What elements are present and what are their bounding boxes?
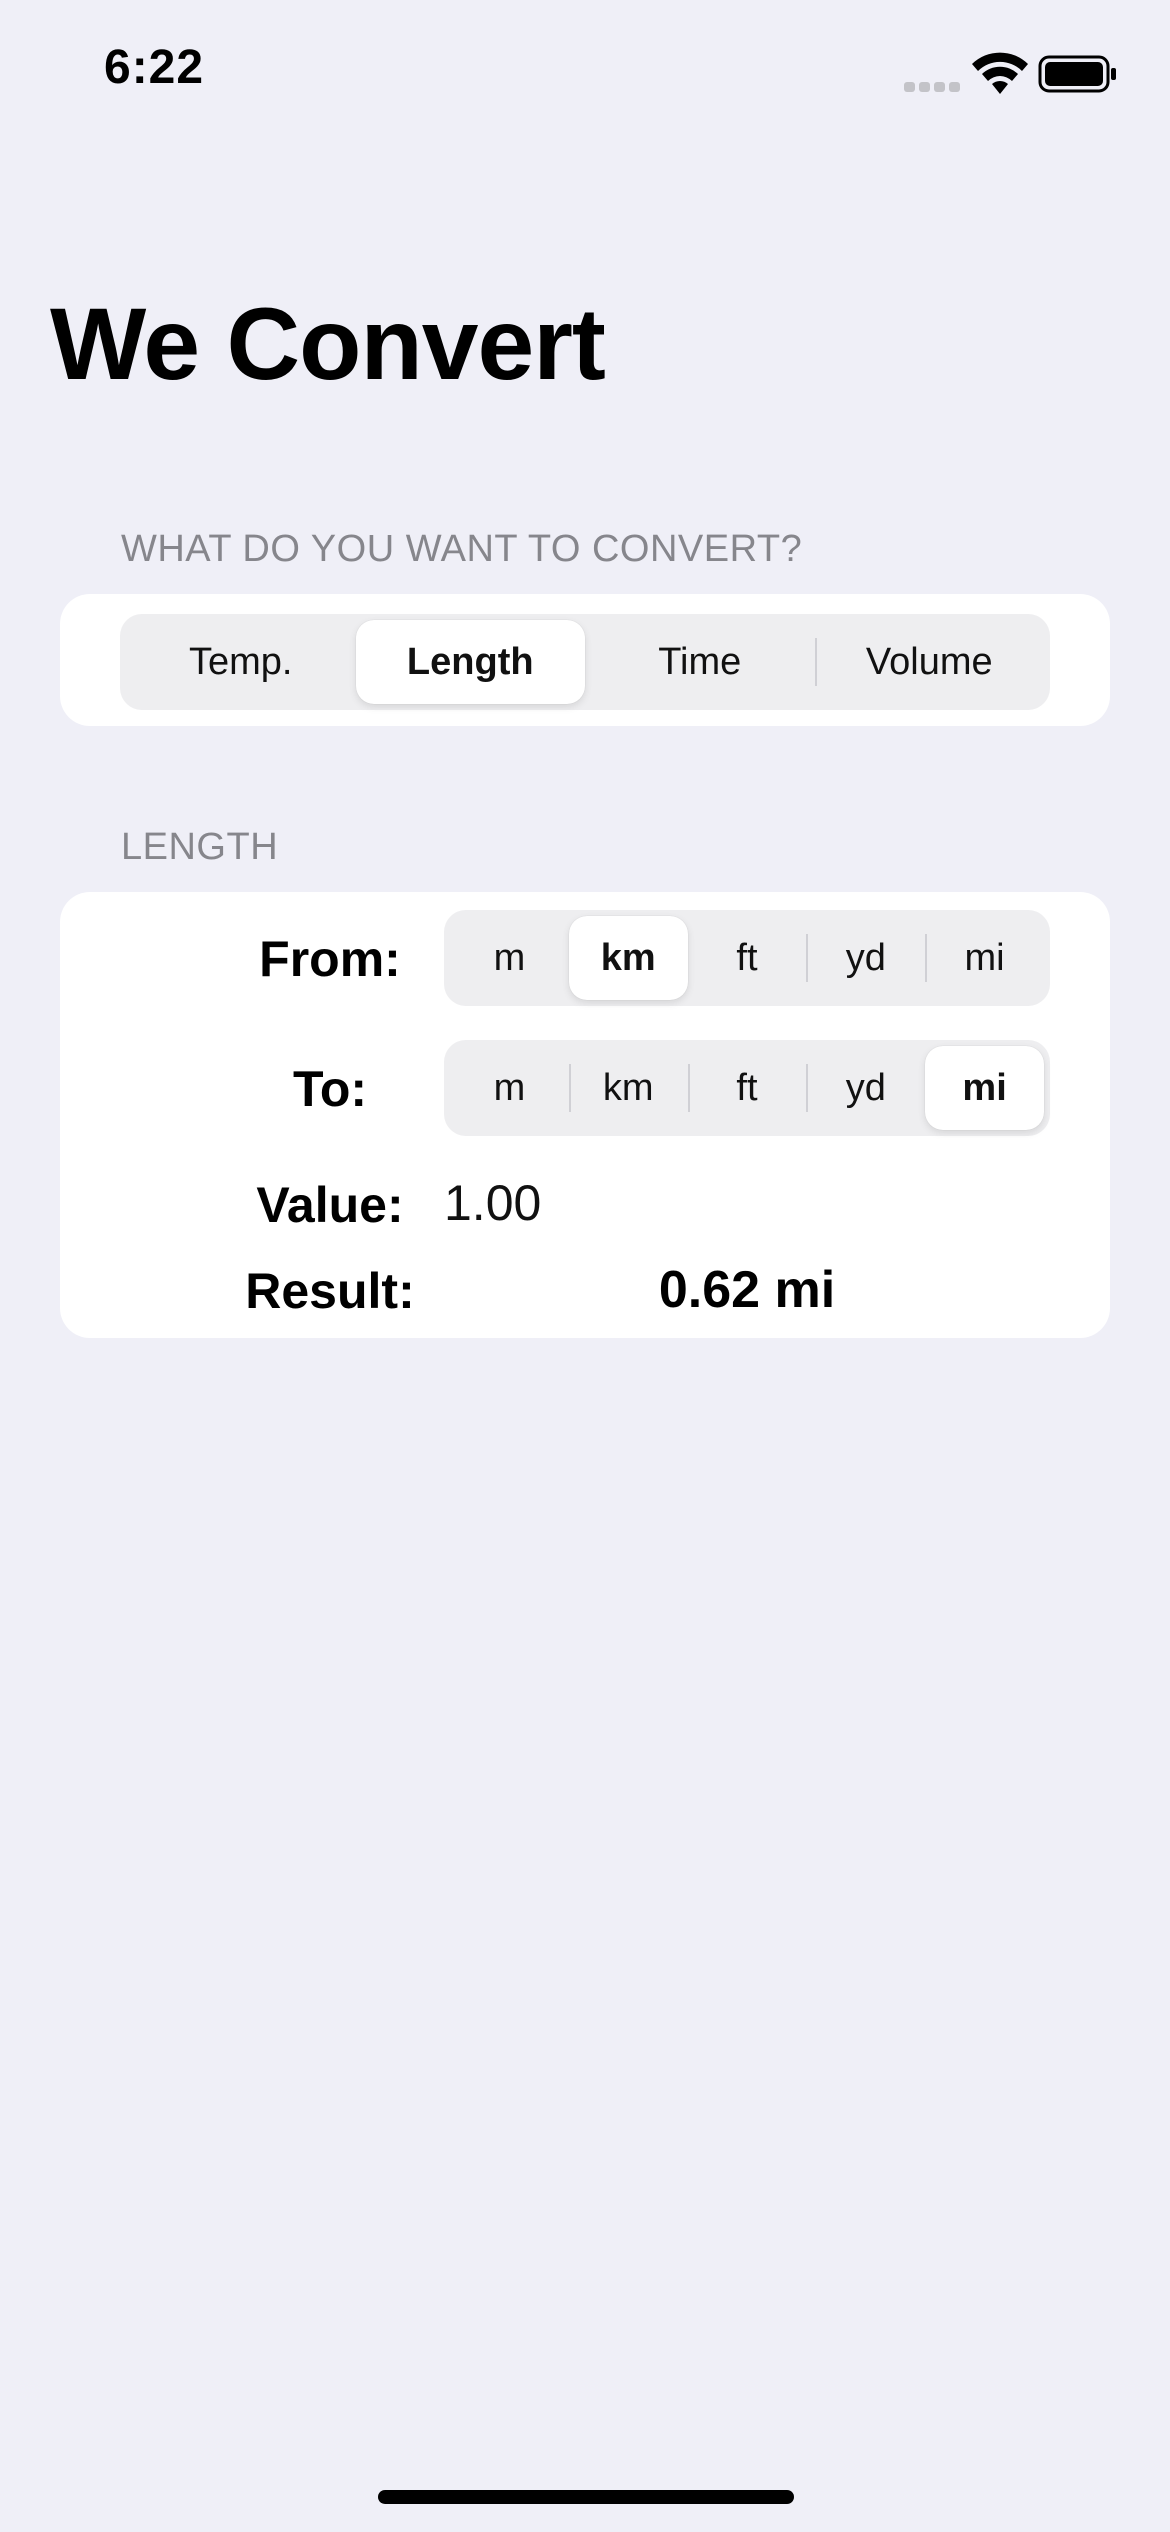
- category-segment-label: Temp.: [189, 640, 293, 683]
- category-segment-time[interactable]: Time: [585, 620, 815, 704]
- unit-label: km: [600, 936, 656, 979]
- from-unit-ft[interactable]: ft: [688, 916, 807, 1000]
- value-label: Value:: [256, 1177, 404, 1233]
- category-segment-label: Length: [406, 640, 534, 683]
- battery-icon: [1038, 55, 1116, 93]
- unit-label: mi: [964, 936, 1005, 979]
- category-segment-label: Time: [658, 640, 742, 683]
- length-card: From: m km ft yd mi To: m km ft yd mi Va…: [60, 892, 1110, 1338]
- from-unit-m[interactable]: m: [450, 916, 569, 1000]
- app-screen: 6:22 We Convert WHAT DO YOU WANT TO CONV…: [0, 0, 1170, 2532]
- unit-label: m: [493, 1066, 526, 1109]
- from-unit-segmented-control: m km ft yd mi: [444, 910, 1050, 1006]
- to-unit-ft[interactable]: ft: [687, 1046, 807, 1130]
- unit-label: yd: [845, 936, 886, 979]
- result-value: 0.62 mi: [658, 1261, 836, 1319]
- home-indicator: [378, 2490, 794, 2504]
- unit-label: km: [602, 1066, 654, 1109]
- from-label: From:: [259, 931, 401, 987]
- page-title: We Convert: [50, 287, 606, 401]
- from-unit-mi[interactable]: mi: [925, 916, 1044, 1000]
- to-label: To:: [292, 1061, 368, 1117]
- unit-label: m: [493, 936, 526, 979]
- to-unit-m[interactable]: m: [450, 1046, 569, 1130]
- category-section-header: WHAT DO YOU WANT TO CONVERT?: [121, 528, 803, 570]
- category-card: Temp. Length Time Volume: [60, 594, 1110, 726]
- to-unit-segmented-control: m km ft yd mi: [444, 1040, 1050, 1136]
- category-segment-label: Volume: [865, 640, 993, 683]
- category-segment-volume[interactable]: Volume: [814, 620, 1045, 704]
- wifi-icon: [972, 52, 1028, 94]
- unit-label: ft: [736, 1066, 758, 1109]
- from-unit-yd[interactable]: yd: [806, 916, 925, 1000]
- length-section-header: LENGTH: [121, 826, 279, 868]
- to-unit-yd[interactable]: yd: [806, 1046, 925, 1130]
- to-unit-mi[interactable]: mi: [925, 1046, 1044, 1130]
- value-input[interactable]: 1.00: [444, 1174, 541, 1232]
- result-label: Result:: [245, 1263, 415, 1319]
- category-segmented-control: Temp. Length Time Volume: [120, 614, 1050, 710]
- unit-label: ft: [736, 936, 758, 979]
- category-segment-temp[interactable]: Temp.: [126, 620, 356, 704]
- status-time: 6:22: [104, 41, 205, 94]
- category-segment-length[interactable]: Length: [355, 620, 585, 704]
- unit-label: mi: [962, 1066, 1007, 1109]
- cellular-signal-icon: [904, 80, 960, 92]
- from-unit-km[interactable]: km: [568, 916, 688, 1000]
- unit-label: yd: [845, 1066, 886, 1109]
- to-unit-km[interactable]: km: [568, 1046, 688, 1130]
